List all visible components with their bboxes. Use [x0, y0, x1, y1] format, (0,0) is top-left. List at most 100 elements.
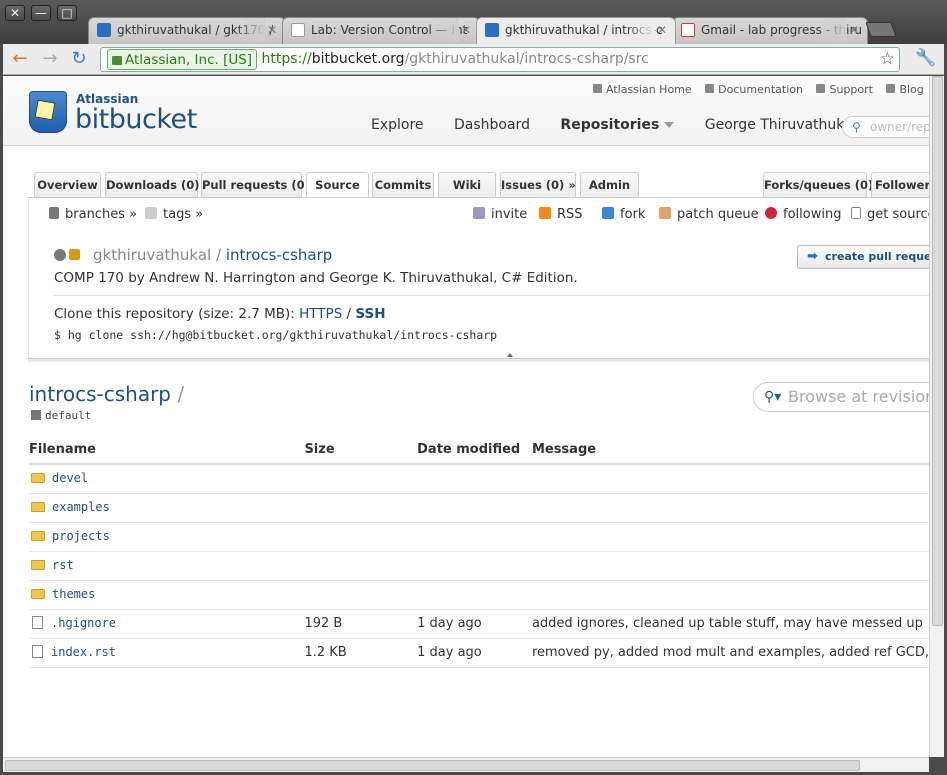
window-maximize-button[interactable]: □: [57, 5, 77, 21]
brand-bitbucket[interactable]: bitbucket: [75, 104, 197, 135]
bookmark-star-icon[interactable]: ☆: [880, 48, 895, 71]
table-row[interactable]: .hgignore 192 B 1 day ago added ignores,…: [29, 609, 929, 639]
scrollbar-thumb[interactable]: [932, 76, 943, 626]
tab-source[interactable]: Source: [306, 172, 369, 199]
branch-indicator[interactable]: default: [31, 409, 91, 422]
file-name-link[interactable]: devel: [52, 471, 88, 485]
support-link[interactable]: Support: [816, 83, 873, 96]
mercurial-icon: [54, 249, 66, 261]
repo-search-input[interactable]: ⚲ owner/repo: [842, 116, 929, 138]
source-root-link[interactable]: introcs-csharp: [29, 382, 171, 406]
browser-tab-4[interactable]: Gmail - lab progress - thiru ✕: [672, 17, 868, 44]
scrollbar-thumb[interactable]: [5, 760, 860, 771]
tab-pull-requests[interactable]: Pull requests (0): [201, 172, 310, 198]
browser-tab-1[interactable]: gkthiruvathukal / gkt170 / ✕: [88, 17, 286, 44]
documentation-link[interactable]: Documentation: [705, 83, 803, 96]
branch-icon: [31, 410, 41, 420]
branches-link[interactable]: branches »: [49, 207, 137, 222]
address-bar[interactable]: Atlassian, Inc. [US] https://bitbucket.o…: [100, 47, 900, 72]
create-pull-request-button[interactable]: ➡ create pull request: [797, 245, 929, 269]
new-tab-button[interactable]: [865, 22, 897, 37]
fork-link[interactable]: fork: [602, 207, 645, 222]
get-source-link[interactable]: get source: [851, 207, 929, 222]
table-row[interactable]: themes: [29, 580, 929, 610]
table-row[interactable]: devel: [29, 464, 929, 494]
following-toggle[interactable]: following: [765, 207, 841, 222]
tab-downloads[interactable]: Downloads (0): [105, 172, 199, 198]
file-name-link[interactable]: examples: [52, 500, 110, 514]
tab-overview[interactable]: Overview: [34, 172, 101, 198]
file-table: Filename Size Date modified Message deve…: [29, 436, 929, 668]
top-links: Atlassian Home Documentation Support Blo…: [593, 83, 929, 96]
clone-ssh-link[interactable]: SSH: [355, 306, 385, 322]
nav-dashboard[interactable]: Dashboard: [454, 117, 530, 133]
repo-heading: [54, 249, 83, 264]
browser-tab-active[interactable]: gkthiruvathukal / introcs-c ✕: [476, 17, 676, 45]
table-row[interactable]: rst: [29, 551, 929, 581]
browser-tab-2[interactable]: Lab: Version Control — Int ✕: [282, 17, 480, 44]
folder-icon: [31, 473, 45, 484]
column-message[interactable]: Message: [531, 436, 929, 465]
site-header: Atlassian bitbucket Atlassian Home Docum…: [3, 76, 929, 146]
tab-close-icon[interactable]: ✕: [849, 18, 859, 42]
tab-commits[interactable]: Commits: [372, 172, 434, 198]
collapse-handle[interactable]: [28, 358, 929, 362]
reload-icon[interactable]: ↻: [68, 48, 90, 70]
clone-https-link[interactable]: HTTPS: [299, 306, 342, 322]
forward-arrow-icon[interactable]: →: [39, 48, 61, 70]
tab-wiki[interactable]: Wiki: [438, 172, 496, 198]
tab-close-icon[interactable]: ✕: [461, 18, 471, 42]
branch-icon: [49, 207, 59, 219]
file-name-link[interactable]: index.rst: [51, 645, 116, 659]
atlassian-home-link[interactable]: Atlassian Home: [593, 83, 692, 96]
clone-command[interactable]: $ hg clone ssh://hg@bitbucket.org/gkthir…: [54, 328, 497, 342]
repo-owner-link[interactable]: gkthiruvathukal: [93, 246, 211, 264]
document-favicon-icon: [291, 23, 305, 37]
tags-link[interactable]: tags »: [145, 207, 203, 222]
column-filename[interactable]: Filename: [29, 436, 305, 465]
rss-link[interactable]: RSS: [539, 207, 583, 222]
tab-close-icon[interactable]: ✕: [267, 18, 277, 42]
tab-issues[interactable]: Issues (0) »: [500, 172, 576, 198]
nav-repositories[interactable]: Repositories: [560, 117, 675, 133]
invite-link[interactable]: invite: [473, 207, 527, 222]
repo-name-link[interactable]: introcs-csharp: [226, 246, 333, 264]
window-close-button[interactable]: ✕: [5, 5, 25, 21]
table-header-row: Filename Size Date modified Message: [29, 436, 929, 465]
vertical-scrollbar[interactable]: [929, 76, 944, 757]
chevron-down-icon: [664, 122, 675, 128]
tab-close-icon[interactable]: ✕: [657, 18, 667, 42]
gmail-favicon-icon: [681, 23, 695, 37]
document-icon: [705, 84, 715, 93]
column-size[interactable]: Size: [304, 436, 418, 465]
collapse-arrow-icon[interactable]: [507, 353, 513, 357]
file-name-link[interactable]: themes: [52, 587, 95, 601]
back-arrow-icon[interactable]: ←: [9, 48, 31, 70]
file-name-link[interactable]: projects: [52, 529, 110, 543]
nav-explore[interactable]: Explore: [371, 117, 424, 133]
wrench-menu-icon[interactable]: 🔧: [915, 48, 936, 68]
horizontal-scrollbar[interactable]: [3, 757, 929, 772]
blog-link[interactable]: Blog: [886, 83, 924, 96]
browse-revision-input[interactable]: ⚲▾ Browse at revision: [753, 382, 929, 412]
patch-queue-link[interactable]: patch queue: [659, 207, 759, 222]
ev-certificate-badge[interactable]: Atlassian, Inc. [US]: [107, 49, 258, 70]
table-row[interactable]: examples: [29, 493, 929, 523]
column-date-modified[interactable]: Date modified: [417, 436, 532, 465]
bitbucket-logo-icon[interactable]: [29, 91, 67, 133]
window-minimize-button[interactable]: —: [31, 5, 51, 21]
source-breadcrumb: introcs-csharp /: [29, 382, 185, 406]
rss-icon: [539, 207, 551, 219]
table-row[interactable]: projects: [29, 522, 929, 552]
tab-followers[interactable]: Followers: [871, 172, 929, 198]
heart-icon: [765, 207, 777, 219]
browser-toolbar: ← → ↻ Atlassian, Inc. [US] https://bitbu…: [3, 44, 944, 75]
file-name-link[interactable]: .hgignore: [51, 616, 116, 630]
file-name-link[interactable]: rst: [52, 558, 74, 572]
browser-window: ✕ — □ gkthiruvathukal / gkt170 / ✕ Lab: …: [0, 0, 947, 775]
tab-admin[interactable]: Admin: [580, 172, 639, 198]
tab-forks-queues[interactable]: Forks/queues (0): [763, 172, 873, 198]
home-icon: [593, 84, 602, 93]
title-bar: ✕ — □ gkthiruvathukal / gkt170 / ✕ Lab: …: [0, 0, 947, 45]
table-row[interactable]: index.rst 1.2 KB 1 day ago removed py, a…: [29, 638, 929, 668]
